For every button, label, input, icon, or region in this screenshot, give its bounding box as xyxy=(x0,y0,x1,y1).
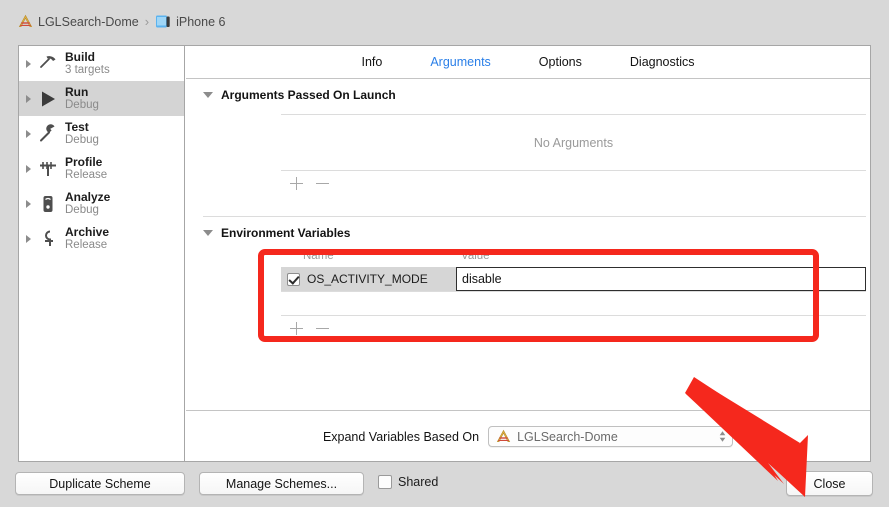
disclosure-triangle-icon[interactable] xyxy=(26,164,31,173)
remove-variable-button[interactable] xyxy=(312,320,334,336)
up-down-chevron-icon xyxy=(719,431,726,442)
sidebar-item-archive-title: Archive xyxy=(65,224,110,239)
shared-label: Shared xyxy=(398,475,439,489)
disclosure-triangle-icon[interactable] xyxy=(26,199,31,208)
arguments-empty-text: No Arguments xyxy=(533,135,614,150)
add-argument-button[interactable] xyxy=(286,175,308,191)
arguments-table: No Arguments xyxy=(281,114,866,191)
sidebar-item-test[interactable]: Test Debug xyxy=(19,116,184,151)
sidebar-item-test-text: Test Debug xyxy=(65,119,99,146)
environment-add-remove-controls xyxy=(281,316,866,336)
sidebar-item-profile-subtitle: Release xyxy=(65,168,108,181)
sidebar-item-profile[interactable]: Profile Release xyxy=(19,151,184,186)
column-header-value: Value xyxy=(461,250,490,262)
sidebar-item-build-title: Build xyxy=(65,49,95,64)
table-row[interactable]: OS_ACTIVITY_MODE disable xyxy=(281,267,866,291)
sidebar-item-archive-text: Archive Release xyxy=(65,224,110,251)
archive-icon xyxy=(45,230,53,246)
environment-section-header[interactable]: Environment Variables xyxy=(203,226,350,240)
sidebar-item-build-text: Build 3 targets xyxy=(65,49,110,76)
environment-section-title: Environment Variables xyxy=(221,226,351,240)
breadcrumb-separator: › xyxy=(144,14,150,29)
tab-diagnostics[interactable]: Diagnostics xyxy=(630,55,695,69)
close-button[interactable]: Close xyxy=(786,471,873,496)
arguments-section-header[interactable]: Arguments Passed On Launch xyxy=(203,88,396,102)
sidebar-item-archive-subtitle: Release xyxy=(65,238,108,251)
expand-variables-label: Expand Variables Based On xyxy=(322,429,480,444)
breadcrumb-scheme[interactable]: LGLSearch-Dome xyxy=(18,14,139,29)
section-divider xyxy=(203,216,866,217)
remove-argument-button[interactable] xyxy=(312,175,334,191)
tab-arguments[interactable]: Arguments xyxy=(430,55,490,69)
table-header-row: Name Value xyxy=(281,250,866,267)
variable-name-label: OS_ACTIVITY_MODE xyxy=(307,272,428,286)
sidebar-item-profile-title: Profile xyxy=(65,154,103,169)
expand-variables-row: Expand Variables Based On LGLSearch-Dome xyxy=(186,411,870,462)
xcode-scheme-icon xyxy=(18,14,33,27)
breadcrumb: LGLSearch-Dome › iPhone 6 xyxy=(18,14,225,29)
sidebar-item-test-subtitle: Debug xyxy=(65,133,99,146)
play-icon xyxy=(42,91,55,106)
breadcrumb-device[interactable]: iPhone 6 xyxy=(155,14,225,29)
duplicate-scheme-button[interactable]: Duplicate Scheme xyxy=(15,472,185,495)
disclosure-triangle-icon[interactable] xyxy=(26,94,31,103)
iphone-simulator-icon xyxy=(156,15,170,28)
disclosure-triangle-icon[interactable] xyxy=(26,129,31,138)
sidebar-item-analyze-subtitle: Debug xyxy=(65,203,99,216)
add-variable-button[interactable] xyxy=(286,320,308,336)
scheme-editor-panel: Build 3 targets Run Debug Test Debug Pro… xyxy=(18,45,871,462)
variable-value-input[interactable]: disable xyxy=(456,267,866,291)
tab-info[interactable]: Info xyxy=(361,55,382,69)
hammer-icon xyxy=(40,55,56,68)
sidebar-item-run[interactable]: Run Debug xyxy=(19,81,184,116)
disclosure-triangle-icon[interactable] xyxy=(203,230,213,236)
sidebar-item-run-subtitle: Debug xyxy=(65,98,99,111)
tab-options[interactable]: Options xyxy=(539,55,582,69)
sidebar-item-build[interactable]: Build 3 targets xyxy=(19,46,184,81)
microscope-icon xyxy=(43,195,53,212)
table-empty-row xyxy=(281,292,866,315)
sidebar-item-analyze-title: Analyze xyxy=(65,189,111,204)
scheme-actions-sidebar: Build 3 targets Run Debug Test Debug Pro… xyxy=(19,46,185,461)
scheme-editor-content: Info Arguments Options Diagnostics Argum… xyxy=(186,46,870,461)
sidebar-item-run-text: Run Debug xyxy=(65,84,99,111)
arguments-section-title: Arguments Passed On Launch xyxy=(221,88,396,102)
expand-variables-popup-button[interactable]: LGLSearch-Dome xyxy=(488,426,734,447)
sidebar-item-analyze-text: Analyze Debug xyxy=(65,189,111,216)
breadcrumb-device-label: iPhone 6 xyxy=(176,14,226,29)
sidebar-item-profile-text: Profile Release xyxy=(65,154,108,181)
xcode-scheme-icon xyxy=(496,429,511,442)
variable-enabled-checkbox[interactable] xyxy=(287,272,300,286)
sidebar-item-archive[interactable]: Archive Release xyxy=(19,221,184,256)
environment-variables-table: Name Value OS_ACTIVITY_MODE disable xyxy=(281,250,866,336)
disclosure-triangle-icon[interactable] xyxy=(26,59,31,68)
disclosure-triangle-icon[interactable] xyxy=(26,234,31,243)
column-header-name: Name xyxy=(303,250,334,262)
disclosure-triangle-icon[interactable] xyxy=(203,92,213,98)
wrench-icon xyxy=(40,123,55,141)
scheme-editor-window: LGLSearch-Dome › iPhone 6 Build 3 target… xyxy=(0,0,889,507)
sidebar-item-run-title: Run xyxy=(65,84,89,99)
shared-checkbox-group[interactable]: Shared xyxy=(378,475,438,489)
sidebar-item-analyze[interactable]: Analyze Debug xyxy=(19,186,184,221)
variable-name-cell[interactable]: OS_ACTIVITY_MODE xyxy=(281,267,456,291)
sidebar-item-build-subtitle: 3 targets xyxy=(65,63,110,76)
arguments-add-remove-controls xyxy=(281,171,866,191)
expand-variables-selected-value: LGLSearch-Dome xyxy=(517,429,618,444)
shared-checkbox[interactable] xyxy=(378,475,392,489)
breadcrumb-scheme-label: LGLSearch-Dome xyxy=(38,14,139,29)
sidebar-item-test-title: Test xyxy=(65,119,89,134)
tab-bar: Info Arguments Options Diagnostics xyxy=(186,46,870,79)
manage-schemes-button[interactable]: Manage Schemes... xyxy=(199,472,364,495)
gauge-icon xyxy=(40,161,56,176)
